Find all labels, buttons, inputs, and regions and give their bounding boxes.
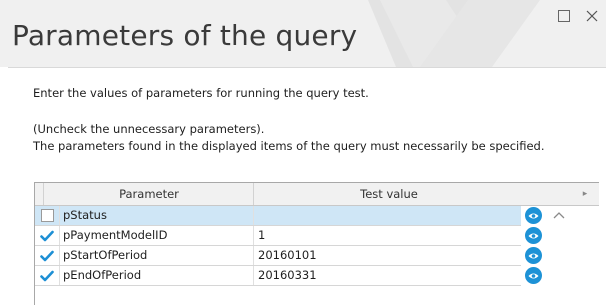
- close-button[interactable]: [578, 4, 606, 28]
- parameter-name: pEndOfPeriod: [59, 266, 253, 285]
- column-header-test-value[interactable]: Test value: [253, 183, 524, 205]
- dialog-title: Parameters of the query: [12, 19, 358, 52]
- row-checkbox[interactable]: [36, 266, 58, 285]
- eye-icon[interactable]: [525, 267, 542, 284]
- row-checkbox[interactable]: [36, 226, 58, 245]
- requirement-note: The parameters found in the displayed it…: [33, 139, 545, 153]
- test-value-input[interactable]: 1: [253, 226, 521, 245]
- maximize-button[interactable]: [550, 4, 578, 28]
- test-value-input[interactable]: [253, 206, 521, 225]
- table-row[interactable]: pEndOfPeriod 20160331: [35, 266, 521, 286]
- checkmark-icon: [40, 270, 54, 281]
- dialog-header: Parameters of the query: [0, 0, 606, 67]
- maximize-icon: [558, 10, 570, 22]
- eye-icon[interactable]: [525, 207, 542, 224]
- instruction-text: Enter the values of parameters for runni…: [33, 86, 369, 100]
- table-row[interactable]: pPaymentModelID 1: [35, 226, 521, 246]
- header-divider: [8, 67, 606, 68]
- checkmark-icon: [40, 230, 54, 241]
- scroll-up-button[interactable]: [549, 208, 569, 222]
- parameters-grid: Parameter Test value ▸ pStatus pPaymentM…: [34, 182, 599, 305]
- close-icon: [586, 10, 598, 22]
- checkmark-icon: [40, 250, 54, 261]
- row-checkbox[interactable]: [36, 246, 58, 265]
- test-value-input[interactable]: 20160331: [253, 266, 521, 285]
- table-row[interactable]: pStatus: [35, 206, 521, 226]
- table-row[interactable]: pStartOfPeriod 20160101: [35, 246, 521, 266]
- eye-icon[interactable]: [525, 227, 542, 244]
- chevron-up-icon: [553, 212, 565, 219]
- uncheck-hint: (Uncheck the unnecessary parameters).: [33, 122, 265, 136]
- checkbox-unchecked-icon: [40, 209, 54, 222]
- grid-header: Parameter Test value ▸: [35, 183, 599, 206]
- column-header-parameter[interactable]: Parameter: [43, 183, 254, 205]
- header-check-column: [35, 183, 43, 205]
- eye-icon[interactable]: [525, 247, 542, 264]
- parameter-name: pPaymentModelID: [59, 226, 253, 245]
- row-checkbox[interactable]: [36, 206, 58, 225]
- test-value-input[interactable]: 20160101: [253, 246, 521, 265]
- scroll-right-icon[interactable]: ▸: [575, 183, 595, 205]
- parameter-name: pStatus: [59, 206, 253, 225]
- parameter-name: pStartOfPeriod: [59, 246, 253, 265]
